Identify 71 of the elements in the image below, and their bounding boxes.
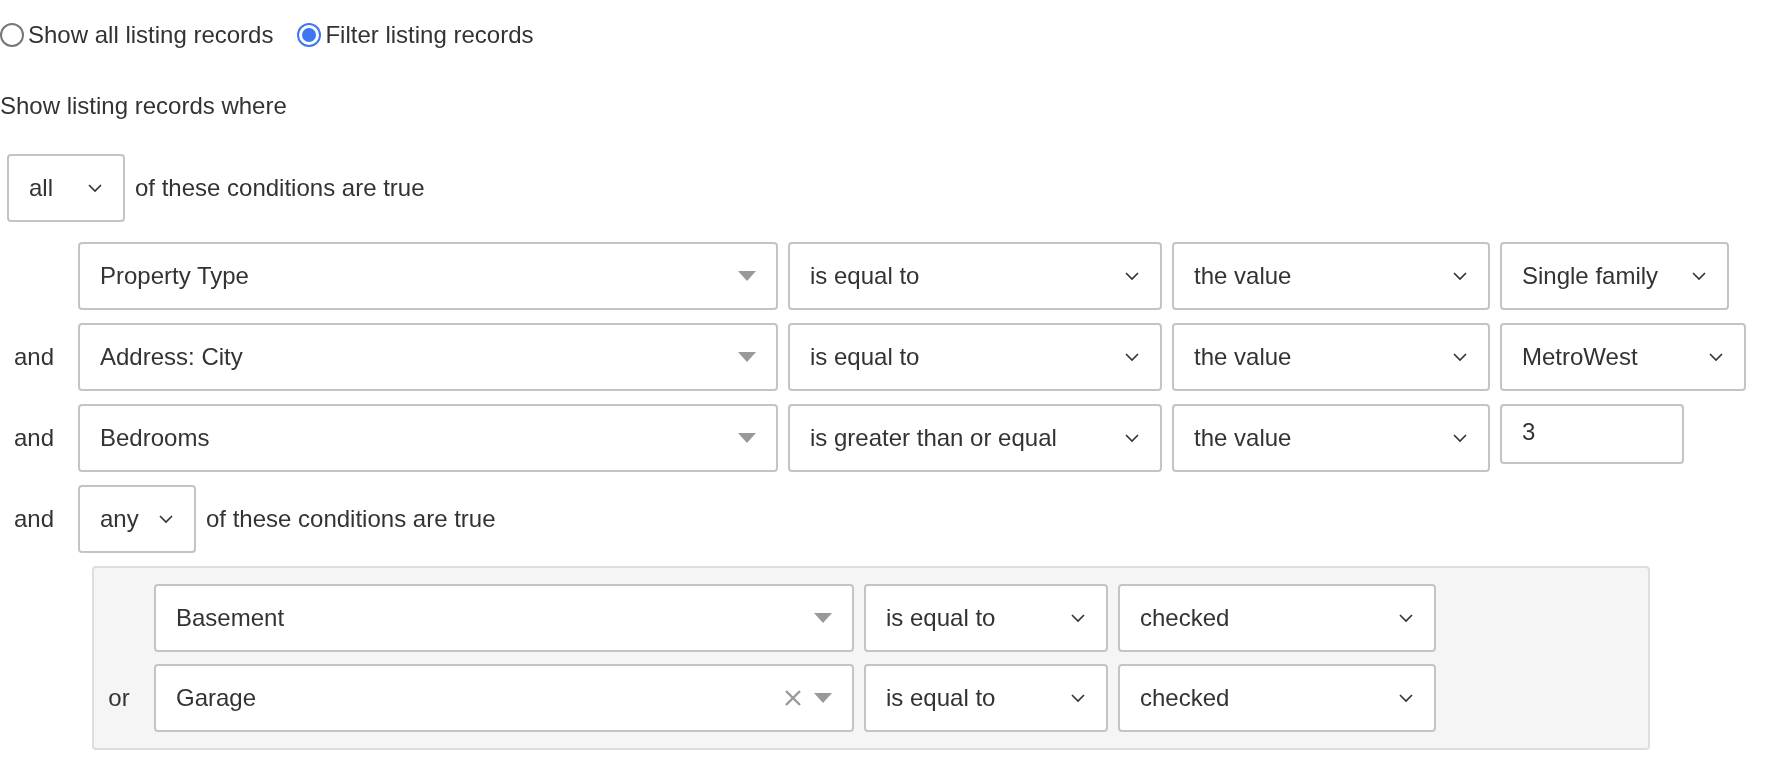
chevron-down-icon xyxy=(1452,352,1468,362)
select-value: all xyxy=(29,173,53,203)
radio-label[interactable]: Filter listing records xyxy=(325,17,534,53)
conjunction-label: and xyxy=(13,423,54,453)
conjunction-label: and xyxy=(13,342,54,372)
source-select[interactable]: checked xyxy=(1118,584,1436,652)
caret-down-icon xyxy=(814,693,832,703)
operator-select[interactable]: is equal to xyxy=(864,584,1108,652)
field-value: Basement xyxy=(176,603,285,633)
field-select[interactable]: Bedrooms xyxy=(78,404,778,472)
chevron-down-icon xyxy=(1124,271,1140,281)
chevron-down-icon xyxy=(1452,433,1468,443)
radio-label[interactable]: Show all listing records xyxy=(28,17,274,53)
match-select[interactable]: any xyxy=(78,485,196,553)
select-value: checked xyxy=(1140,683,1230,713)
field-select[interactable]: Garage xyxy=(154,664,854,732)
select-value: MetroWest xyxy=(1522,342,1638,372)
source-select[interactable]: the value xyxy=(1172,242,1490,310)
select-value: the value xyxy=(1194,423,1292,453)
chevron-down-icon xyxy=(1124,433,1140,443)
conjunction-label: and xyxy=(13,504,54,534)
caret-down-icon xyxy=(738,352,756,362)
select-value: is equal to xyxy=(886,603,996,633)
radio-button[interactable] xyxy=(297,23,322,47)
select-value: Single family xyxy=(1522,261,1659,291)
operator-select[interactable]: is equal to xyxy=(788,242,1162,310)
chevron-down-icon xyxy=(87,183,103,193)
field-value: Property Type xyxy=(100,261,249,291)
operator-select[interactable]: is equal to xyxy=(788,323,1162,391)
chevron-down-icon xyxy=(1708,352,1724,362)
select-value: is equal to xyxy=(886,683,996,713)
chevron-down-icon xyxy=(1124,352,1140,362)
caret-down-icon xyxy=(814,613,832,623)
select-value: the value xyxy=(1194,261,1292,291)
field-select[interactable]: Property Type xyxy=(78,242,778,310)
field-value: Garage xyxy=(176,683,257,713)
field-select[interactable]: Basement xyxy=(154,584,854,652)
field-select[interactable]: Address: City xyxy=(78,323,778,391)
chevron-down-icon xyxy=(1398,613,1414,623)
select-value: is equal to xyxy=(810,342,920,372)
chevron-down-icon xyxy=(1452,271,1468,281)
select-value: is greater than or equal xyxy=(810,423,1057,453)
chevron-down-icon xyxy=(1691,271,1707,281)
select-value: checked xyxy=(1140,603,1230,633)
operator-select[interactable]: is equal to xyxy=(864,664,1108,732)
source-select[interactable]: checked xyxy=(1118,664,1436,732)
chevron-down-icon xyxy=(1070,693,1086,703)
caret-down-icon xyxy=(738,271,756,281)
clear-icon[interactable] xyxy=(784,689,802,707)
match-text: of these conditions are true xyxy=(135,173,425,203)
select-value: any xyxy=(100,504,139,534)
source-select[interactable]: the value xyxy=(1172,323,1490,391)
filter-heading: Show listing records where xyxy=(0,91,288,121)
caret-down-icon xyxy=(738,433,756,443)
chevron-down-icon xyxy=(1070,613,1086,623)
field-value: Address: City xyxy=(100,342,243,372)
input-value: 3 xyxy=(1522,418,1536,445)
operator-select[interactable]: is greater than or equal xyxy=(788,404,1162,472)
chevron-down-icon xyxy=(1398,693,1414,703)
match-select[interactable]: all xyxy=(7,154,125,222)
chevron-down-icon xyxy=(158,514,174,524)
radio-button[interactable] xyxy=(0,23,24,47)
conjunction-label: or xyxy=(108,683,130,713)
field-value: Bedrooms xyxy=(100,423,210,453)
select-value: the value xyxy=(1194,342,1292,372)
value-select[interactable]: Single family xyxy=(1500,242,1729,310)
source-select[interactable]: the value xyxy=(1172,404,1490,472)
match-text: of these conditions are true xyxy=(206,504,496,534)
select-value: is equal to xyxy=(810,261,920,291)
value-input-field[interactable]: 3 xyxy=(1500,404,1684,464)
value-select[interactable]: MetroWest xyxy=(1500,323,1746,391)
